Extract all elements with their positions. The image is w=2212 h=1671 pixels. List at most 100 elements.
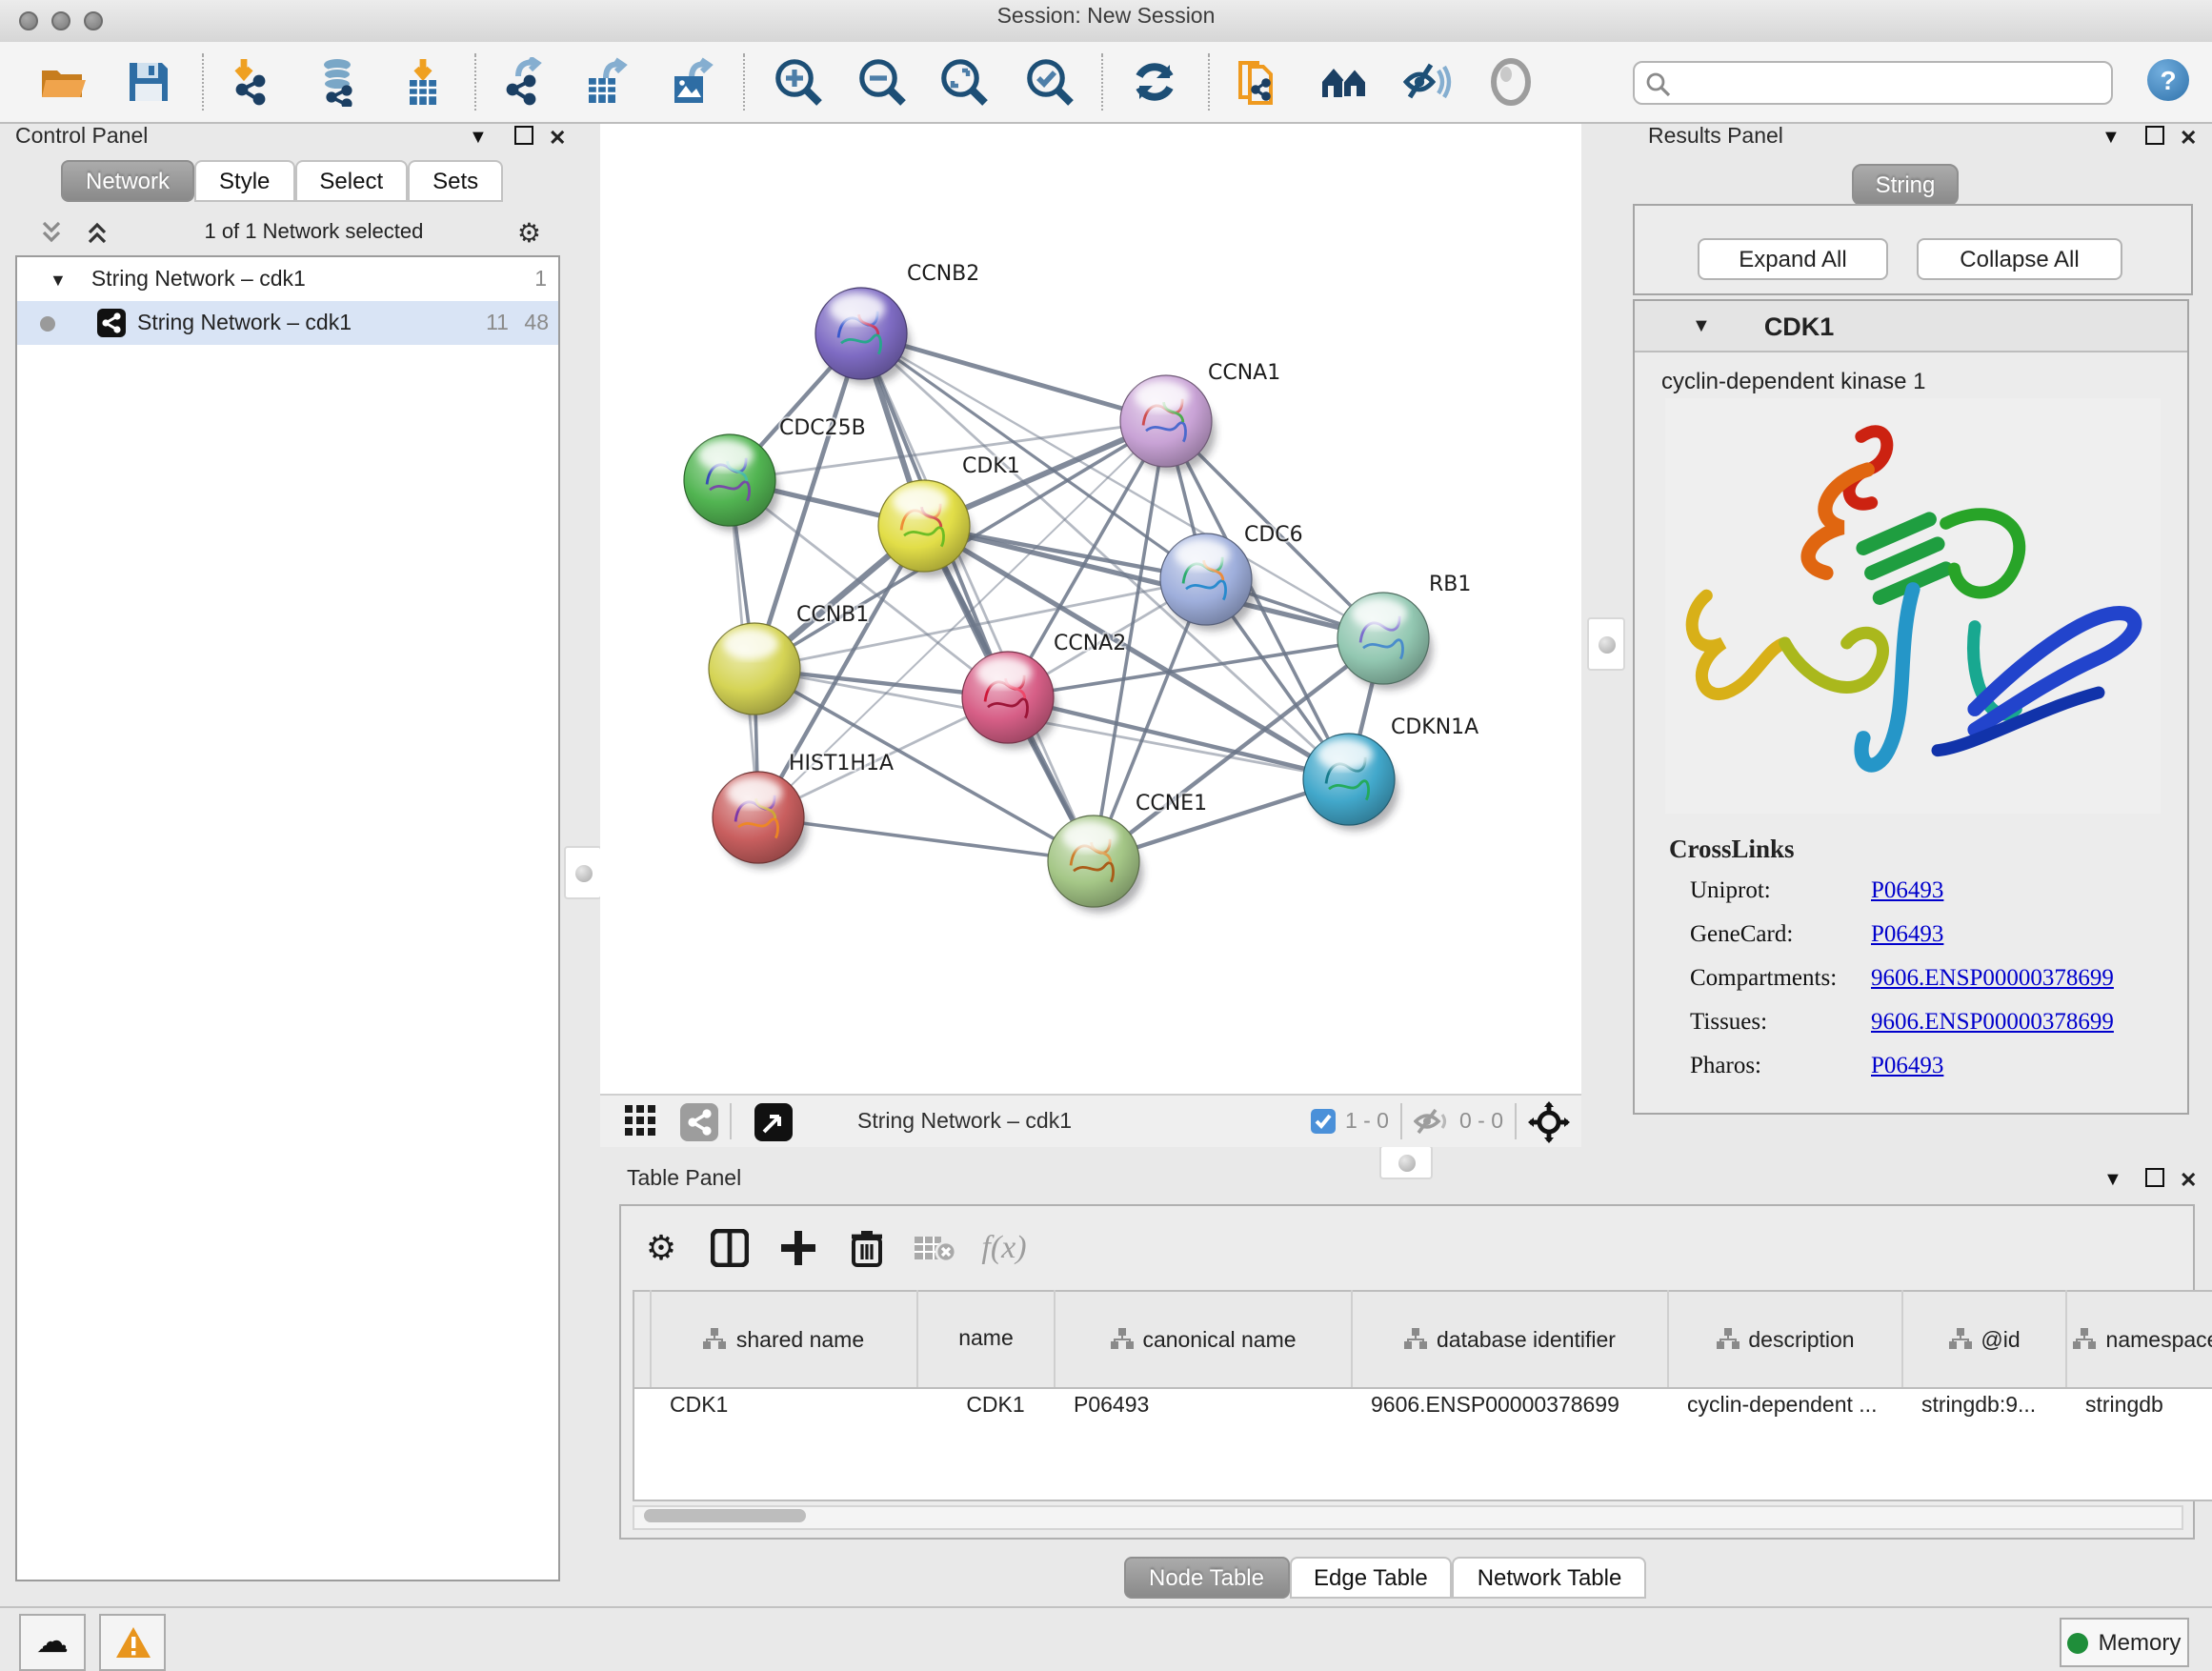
float-panel-icon[interactable] [2145, 126, 2164, 145]
show-hidden-button[interactable] [1484, 55, 1538, 109]
search-input[interactable] [1675, 70, 2111, 96]
export-network-button[interactable] [497, 55, 551, 109]
table-cell[interactable]: stringdb:9... [1902, 1389, 2066, 1500]
collapse-all-icon[interactable] [38, 219, 65, 246]
export-table-button[interactable] [579, 55, 633, 109]
right-splitter-handle[interactable] [1587, 617, 1625, 671]
column-header-namespace[interactable]: namespace [2066, 1291, 2212, 1389]
clone-network-button[interactable] [1233, 55, 1286, 109]
scrollbar-thumb[interactable] [644, 1509, 806, 1522]
panel-menu-icon[interactable]: ▼ [2101, 128, 2121, 149]
selected-checkbox-icon[interactable] [1311, 1109, 1336, 1134]
help-button[interactable]: ? [2147, 59, 2189, 101]
table-cell[interactable]: P06493 [1055, 1389, 1352, 1500]
network-node-CCNA1[interactable] [1120, 375, 1216, 473]
table-row[interactable]: CDK1CDK1P064939606.ENSP00000378699cyclin… [633, 1389, 2212, 1500]
crosslink-link[interactable]: 9606.ENSP00000378699 [1871, 963, 2114, 992]
show-columns-button[interactable] [695, 1219, 764, 1277]
warnings-button[interactable] [99, 1614, 166, 1671]
network-canvas[interactable]: CCNB2CCNA1CDC25BCDK1CDC6RB1CCNB1CCNA2CDK… [600, 124, 1581, 1094]
tab-edge-table[interactable]: Edge Table [1289, 1557, 1453, 1599]
network-collection-row[interactable]: ▼ String Network – cdk1 1 [17, 257, 558, 301]
tab-select[interactable]: Select [294, 160, 408, 202]
zoom-fit-button[interactable] [937, 55, 991, 109]
table-settings-button[interactable]: ⚙ [627, 1219, 695, 1277]
network-edge-CCNB2-CCNE1[interactable] [861, 333, 1094, 861]
panel-menu-icon[interactable]: ▼ [469, 128, 488, 149]
grid-view-icon[interactable] [625, 1105, 657, 1137]
cloud-status-button[interactable]: ☁ [19, 1614, 86, 1671]
network-node-count: 11 [486, 312, 509, 334]
crosslink-link[interactable]: P06493 [1871, 919, 1943, 948]
left-splitter-handle[interactable] [564, 846, 602, 899]
save-session-button[interactable] [122, 55, 175, 109]
zoom-selected-button[interactable] [1023, 55, 1076, 109]
panel-menu-icon[interactable]: ▼ [2103, 1170, 2122, 1191]
network-selection-status: 1 of 1 Network selected [111, 221, 517, 244]
open-session-button[interactable] [36, 55, 90, 109]
hide-selected-button[interactable] [1400, 55, 1454, 109]
delete-column-button[interactable] [833, 1219, 901, 1277]
function-builder-button[interactable]: f(x) [970, 1219, 1038, 1277]
column-header-description[interactable]: description [1668, 1291, 1902, 1389]
collection-disclosure-icon[interactable]: ▼ [50, 270, 67, 289]
table-cell[interactable]: CDK1 [651, 1389, 917, 1500]
tab-style[interactable]: Style [194, 160, 294, 202]
column-header-canonical-name[interactable]: canonical name [1055, 1291, 1352, 1389]
expand-all-icon[interactable] [84, 219, 111, 246]
import-network-from-database-button[interactable] [312, 55, 366, 109]
tab-network[interactable]: Network [61, 160, 194, 202]
tab-network-table[interactable]: Network Table [1453, 1557, 1647, 1599]
network-row[interactable]: String Network – cdk1 11 48 [17, 301, 558, 345]
close-panel-icon[interactable]: ✕ [2180, 126, 2197, 151]
entry-disclosure-icon[interactable]: ▼ [1692, 315, 1711, 336]
tab-sets[interactable]: Sets [408, 160, 503, 202]
memory-button[interactable]: Memory [2060, 1618, 2189, 1667]
network-node-RB1[interactable] [1337, 593, 1433, 690]
column-header--id[interactable]: @id [1902, 1291, 2066, 1389]
float-panel-icon[interactable] [514, 126, 533, 145]
export-image-button[interactable] [665, 55, 718, 109]
crosslink-link[interactable]: 9606.ENSP00000378699 [1871, 1007, 2114, 1036]
network-edge-HIST1H1A-CCNE1[interactable] [758, 817, 1094, 861]
close-panel-icon[interactable]: ✕ [549, 126, 566, 151]
close-panel-icon[interactable]: ✕ [2180, 1168, 2197, 1193]
crosslink-link[interactable]: P06493 [1871, 1051, 1943, 1079]
network-node-CDC25B[interactable] [684, 434, 779, 532]
column-header-shared-name[interactable]: shared name [651, 1291, 917, 1389]
network-view-mode-icon[interactable] [680, 1102, 718, 1140]
tab-string[interactable]: String [1852, 164, 1959, 206]
table-cell[interactable]: 9606.ENSP00000378699 [1352, 1389, 1668, 1500]
table-hscrollbar[interactable] [633, 1505, 2183, 1530]
birdseye-view-icon[interactable] [754, 1102, 793, 1140]
network-node-HIST1H1A[interactable] [713, 772, 808, 869]
crosslink-link[interactable]: P06493 [1871, 876, 1943, 904]
show-all-networks-button[interactable] [1318, 55, 1372, 109]
collapse-all-button[interactable]: Collapse All [1917, 238, 2122, 280]
network-node-CDC6[interactable] [1160, 534, 1256, 631]
column-header-database-identifier[interactable]: database identifier [1352, 1291, 1668, 1389]
clear-table-button[interactable] [901, 1219, 970, 1277]
entry-header[interactable]: ▼ CDK1 [1635, 301, 2187, 352]
import-network-button[interactable] [227, 55, 280, 109]
apply-layout-button[interactable] [1128, 55, 1181, 109]
zoom-in-button[interactable] [772, 55, 825, 109]
search-box[interactable] [1633, 61, 2113, 105]
network-node-CCNA2[interactable] [962, 652, 1057, 749]
import-table-button[interactable] [396, 55, 450, 109]
float-panel-icon[interactable] [2145, 1168, 2164, 1187]
network-node-CCNE1[interactable] [1048, 815, 1143, 913]
network-node-CDK1[interactable] [878, 480, 974, 577]
network-column-icon [1948, 1327, 1971, 1348]
pan-crosshair-icon[interactable] [1528, 1100, 1570, 1142]
zoom-out-button[interactable] [855, 55, 909, 109]
gear-icon[interactable]: ⚙ [517, 216, 541, 249]
tab-node-table[interactable]: Node Table [1124, 1557, 1289, 1599]
network-node-CDKN1A[interactable] [1303, 734, 1398, 831]
table-cell[interactable]: cyclin-dependent ... [1668, 1389, 1902, 1500]
column-header-name[interactable]: name [917, 1291, 1055, 1389]
add-column-button[interactable] [764, 1219, 833, 1277]
expand-all-button[interactable]: Expand All [1698, 238, 1888, 280]
table-cell[interactable]: stringdb [2066, 1389, 2212, 1500]
table-cell[interactable]: CDK1 [917, 1389, 1055, 1500]
